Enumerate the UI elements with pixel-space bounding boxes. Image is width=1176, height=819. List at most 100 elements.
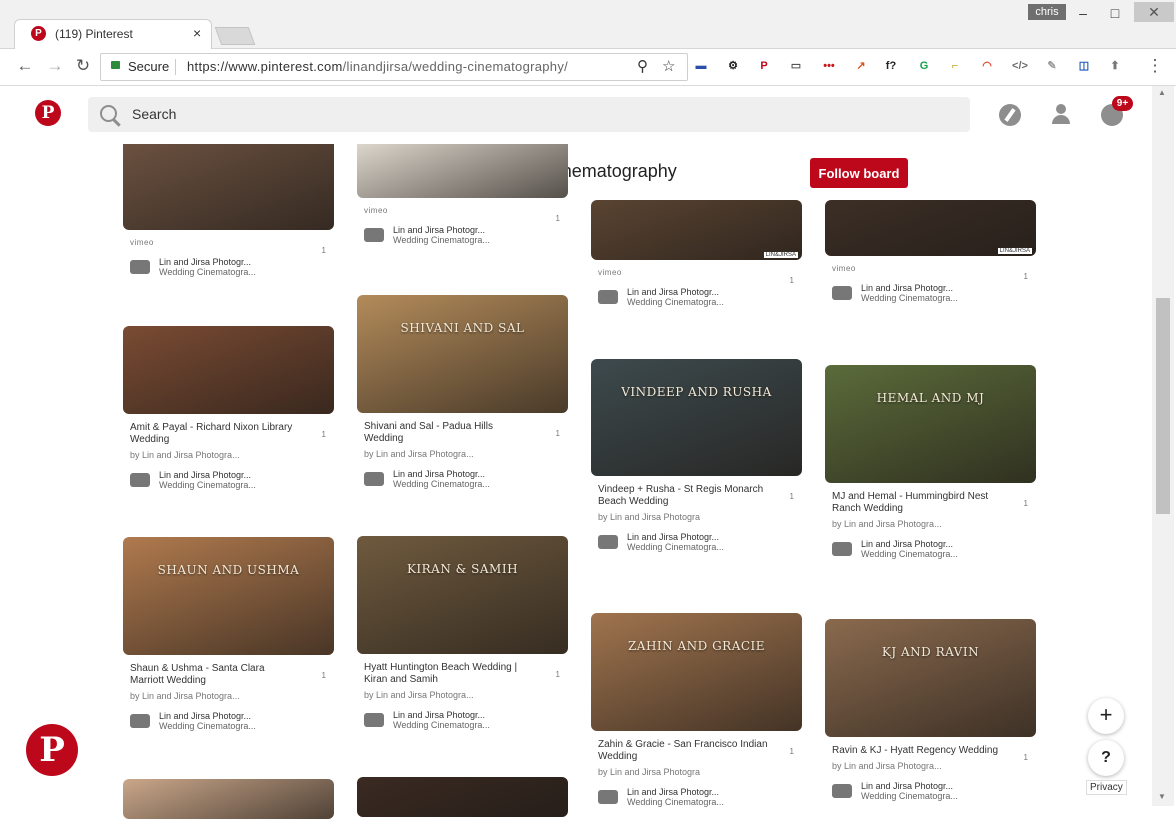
rainbow-ext-icon[interactable]: ◠	[978, 57, 996, 75]
maximize-icon[interactable]: □	[1100, 4, 1130, 22]
pin-card[interactable]: LIN&JIRSA vimeo 1 Lin and Jirsa Photogr... W…	[825, 200, 1036, 305]
saver-avatar	[598, 535, 618, 549]
pin-saver[interactable]: Lin and Jirsa Photogr... Wedding Cinemato…	[598, 787, 802, 809]
pin-image[interactable]: SHAUN AND USHMA	[123, 537, 334, 655]
pin-saver[interactable]: Lin and Jirsa Photogr... Wedding Cinemato…	[832, 283, 1036, 305]
pin-saver[interactable]: Lin and Jirsa Photogr... Wedding Cinemato…	[130, 711, 334, 733]
saver-name: Lin and Jirsa Photogr...	[861, 781, 954, 791]
formula-ext-icon[interactable]: f?	[882, 57, 900, 75]
pin-image[interactable]: KJ AND RAVIN	[825, 619, 1036, 737]
profile-badge[interactable]: chris	[1028, 4, 1066, 20]
pin-image[interactable]: ZAHIN AND GRACIE	[591, 613, 802, 731]
pin-card[interactable]	[123, 779, 334, 819]
keyboard-ext-icon[interactable]: ▭	[787, 57, 805, 75]
pin-image[interactable]	[123, 144, 334, 230]
lastpass-ext-icon[interactable]: •••	[820, 57, 838, 75]
forward-icon[interactable]: →	[44, 55, 66, 77]
gear-ext-icon[interactable]: ⚙	[724, 57, 742, 75]
grammarly-ext-icon[interactable]: G	[915, 57, 933, 75]
pin-title[interactable]: Hyatt Huntington Beach Wedding | Kiran a…	[364, 662, 534, 686]
add-pin-button[interactable]: +	[1088, 698, 1124, 734]
saver-name: Lin and Jirsa Photogr...	[627, 787, 720, 797]
pin-card[interactable]: KIRAN & SAMIH Hyatt Huntington Beach Wedd…	[357, 536, 568, 732]
scroll-thumb[interactable]	[1156, 298, 1170, 514]
back-icon[interactable]: ←	[14, 55, 36, 77]
shield-ext-icon[interactable]: ⬆	[1106, 57, 1124, 75]
pinterest-logo-icon[interactable]: P	[35, 100, 61, 126]
pin-saver[interactable]: Lin and Jirsa Photogr... Wedding Cinemato…	[364, 225, 568, 247]
pinterest-badge-icon[interactable]: P	[26, 724, 78, 776]
scrollbar[interactable]: ▲ ▼	[1152, 86, 1174, 806]
search-icon[interactable]: ⚲	[637, 57, 648, 75]
address-bar[interactable]: Secure https://www.pinterest.com/linandj…	[100, 53, 688, 81]
pin-card[interactable]: LIN&JIRSA vimeo 1 Lin and Jirsa Photogr... W…	[591, 200, 802, 309]
pin-card[interactable]: VINDEEP AND RUSHA Vindeep + Rusha - St Re…	[591, 359, 802, 554]
menu-icon[interactable]: ⋮	[1144, 55, 1166, 77]
saver-board: Wedding Cinematogra...	[393, 720, 490, 730]
pin-title[interactable]: Vindeep + Rusha - St Regis Monarch Beach…	[598, 484, 768, 508]
pin-saver[interactable]: Lin and Jirsa Photogr... Wedding Cinemato…	[364, 469, 568, 491]
pin-card[interactable]: ZAHIN AND GRACIE Zahin & Gracie - San Fra…	[591, 613, 802, 809]
pin-saver[interactable]: Lin and Jirsa Photogr... Wedding Cinemato…	[130, 257, 334, 279]
follow-board-button[interactable]: Follow board	[810, 158, 908, 188]
new-tab-button[interactable]	[214, 27, 256, 45]
search-input[interactable]	[132, 104, 732, 124]
minimize-icon[interactable]: –	[1068, 4, 1098, 22]
pin-image[interactable]: SHIVANI AND SAL	[357, 295, 568, 413]
pin-saver[interactable]: Lin and Jirsa Photogr... Wedding Cinemato…	[832, 539, 1036, 561]
pin-source[interactable]: vimeo	[130, 238, 334, 247]
pin-image[interactable]	[357, 777, 568, 817]
reload-icon[interactable]: ↻	[72, 55, 94, 77]
pin-save-count: 1	[789, 492, 794, 501]
pin-saver[interactable]: Lin and Jirsa Photogr... Wedding Cinemato…	[598, 532, 802, 554]
flag-ext-icon[interactable]: ▬	[692, 57, 710, 75]
pin-saver[interactable]: Lin and Jirsa Photogr... Wedding Cinemato…	[832, 781, 1036, 803]
compass-icon[interactable]	[999, 104, 1021, 126]
browser-tab[interactable]: P (119) Pinterest ×	[14, 19, 212, 49]
pin-title[interactable]: Ravin & KJ - Hyatt Regency Wedding	[832, 745, 1002, 757]
pin-source[interactable]: vimeo	[832, 264, 1036, 273]
pin-card[interactable]: vimeo 1 Lin and Jirsa Photogr... Wedding Ci…	[357, 144, 568, 247]
code-ext-icon[interactable]: </>	[1011, 57, 1029, 75]
pin-card[interactable]: SHIVANI AND SAL Shivani and Sal - Padua H…	[357, 295, 568, 491]
pin-image[interactable]: HEMAL AND MJ	[825, 365, 1036, 483]
pin-image[interactable]	[357, 144, 568, 198]
chart-ext-icon[interactable]: ↗	[852, 57, 870, 75]
pin-image[interactable]	[123, 326, 334, 414]
privacy-link[interactable]: Privacy	[1086, 780, 1127, 795]
tab-close-icon[interactable]: ×	[193, 25, 201, 41]
search-bar[interactable]	[88, 97, 970, 132]
pin-title[interactable]: Amit & Payal - Richard Nixon Library Wed…	[130, 422, 300, 446]
pin-image[interactable]: LIN&JIRSA	[825, 200, 1036, 256]
pinterest-ext-icon[interactable]: P	[755, 57, 773, 75]
pin-image[interactable]: KIRAN & SAMIH	[357, 536, 568, 654]
pin-title[interactable]: Zahin & Gracie - San Francisco Indian We…	[598, 739, 768, 763]
pin-saver[interactable]: Lin and Jirsa Photogr... Wedding Cinemato…	[598, 287, 802, 309]
scroll-up-icon[interactable]: ▲	[1158, 88, 1166, 97]
pin-card[interactable]: vimeo 1 Lin and Jirsa Photogr... Wedding Ci…	[123, 144, 334, 279]
bookmark-ext-icon[interactable]: ⌐	[946, 57, 964, 75]
pin-source[interactable]: vimeo	[364, 206, 568, 215]
pin-card[interactable]: SHAUN AND USHMA Shaun & Ushma - Santa Cla…	[123, 537, 334, 733]
pin-saver[interactable]: Lin and Jirsa Photogr... Wedding Cinemato…	[130, 470, 334, 492]
edit-ext-icon[interactable]: ✎	[1043, 57, 1061, 75]
profile-icon[interactable]	[1051, 104, 1071, 126]
pin-title[interactable]: MJ and Hemal - Hummingbird Nest Ranch We…	[832, 491, 1002, 515]
pin-card[interactable]: KJ AND RAVIN Ravin & KJ - Hyatt Regency W…	[825, 619, 1036, 803]
star-icon[interactable]: ☆	[662, 57, 675, 75]
pin-card[interactable]: HEMAL AND MJ MJ and Hemal - Hummingbird N…	[825, 365, 1036, 561]
scroll-down-icon[interactable]: ▼	[1158, 792, 1166, 801]
help-button[interactable]: ?	[1088, 740, 1124, 776]
pin-image[interactable]: LIN&JIRSA	[591, 200, 802, 260]
pin-card[interactable]: Amit & Payal - Richard Nixon Library Wed…	[123, 326, 334, 492]
pin-image[interactable]: VINDEEP AND RUSHA	[591, 359, 802, 476]
pin-saver[interactable]: Lin and Jirsa Photogr... Wedding Cinemato…	[364, 710, 568, 732]
outline-ext-icon[interactable]: ◫	[1075, 57, 1093, 75]
pin-title[interactable]: Shaun & Ushma - Santa Clara Marriott Wed…	[130, 663, 300, 687]
pin-title[interactable]: Shivani and Sal - Padua Hills Wedding	[364, 421, 534, 445]
pin-card[interactable]	[357, 777, 568, 817]
window-close-icon[interactable]: ✕	[1134, 2, 1174, 22]
pin-image[interactable]	[123, 779, 334, 819]
url-text[interactable]: https://www.pinterest.com/linandjirsa/we…	[187, 59, 568, 74]
pin-source[interactable]: vimeo	[598, 268, 802, 277]
